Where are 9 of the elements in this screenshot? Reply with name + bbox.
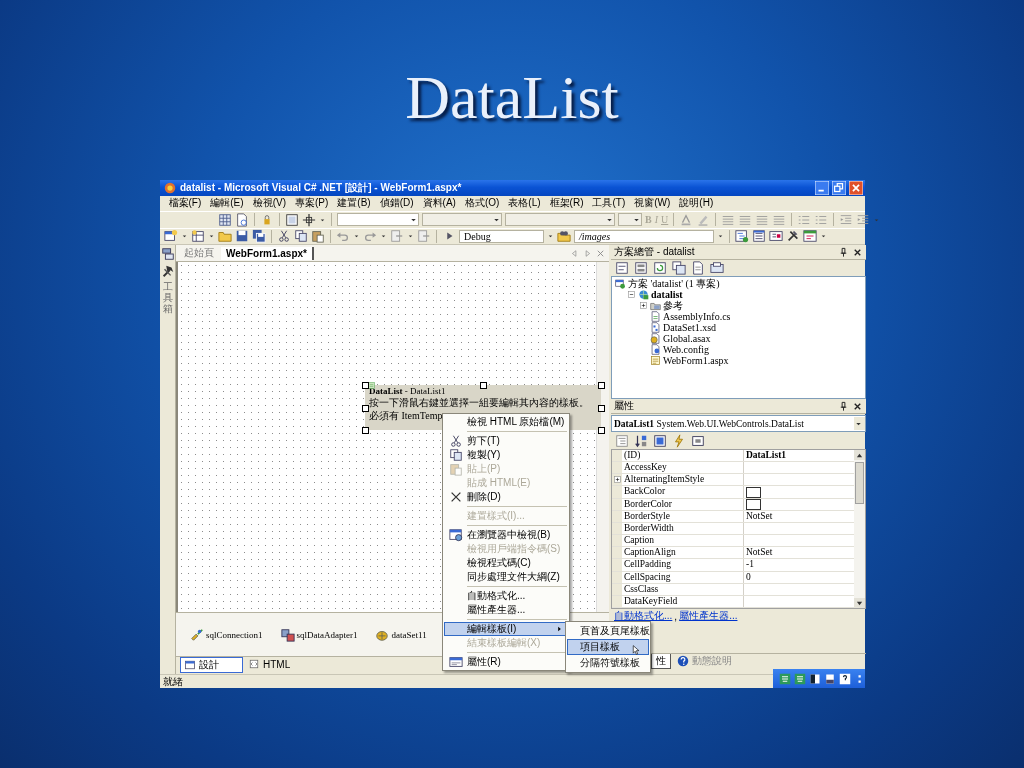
control-hint: 必須有 ItemTemp — [369, 409, 443, 422]
panel-title: 屬性 — [614, 399, 634, 413]
window-title: datalist - Microsoft Visual C# .NET [設計] - WebForm1.aspx* — [180, 180, 462, 195]
slide-title: DataList — [405, 61, 619, 133]
status-text: 就緒 — [163, 674, 183, 689]
panel-title: 方案總管 - datalist — [614, 245, 695, 259]
control-hint: 按一下滑鼠右鍵並選擇一組要編輯其內容的樣板。 — [369, 396, 589, 409]
control-header: DataList - DataList1 — [369, 386, 447, 396]
link-separator: , — [674, 610, 678, 622]
